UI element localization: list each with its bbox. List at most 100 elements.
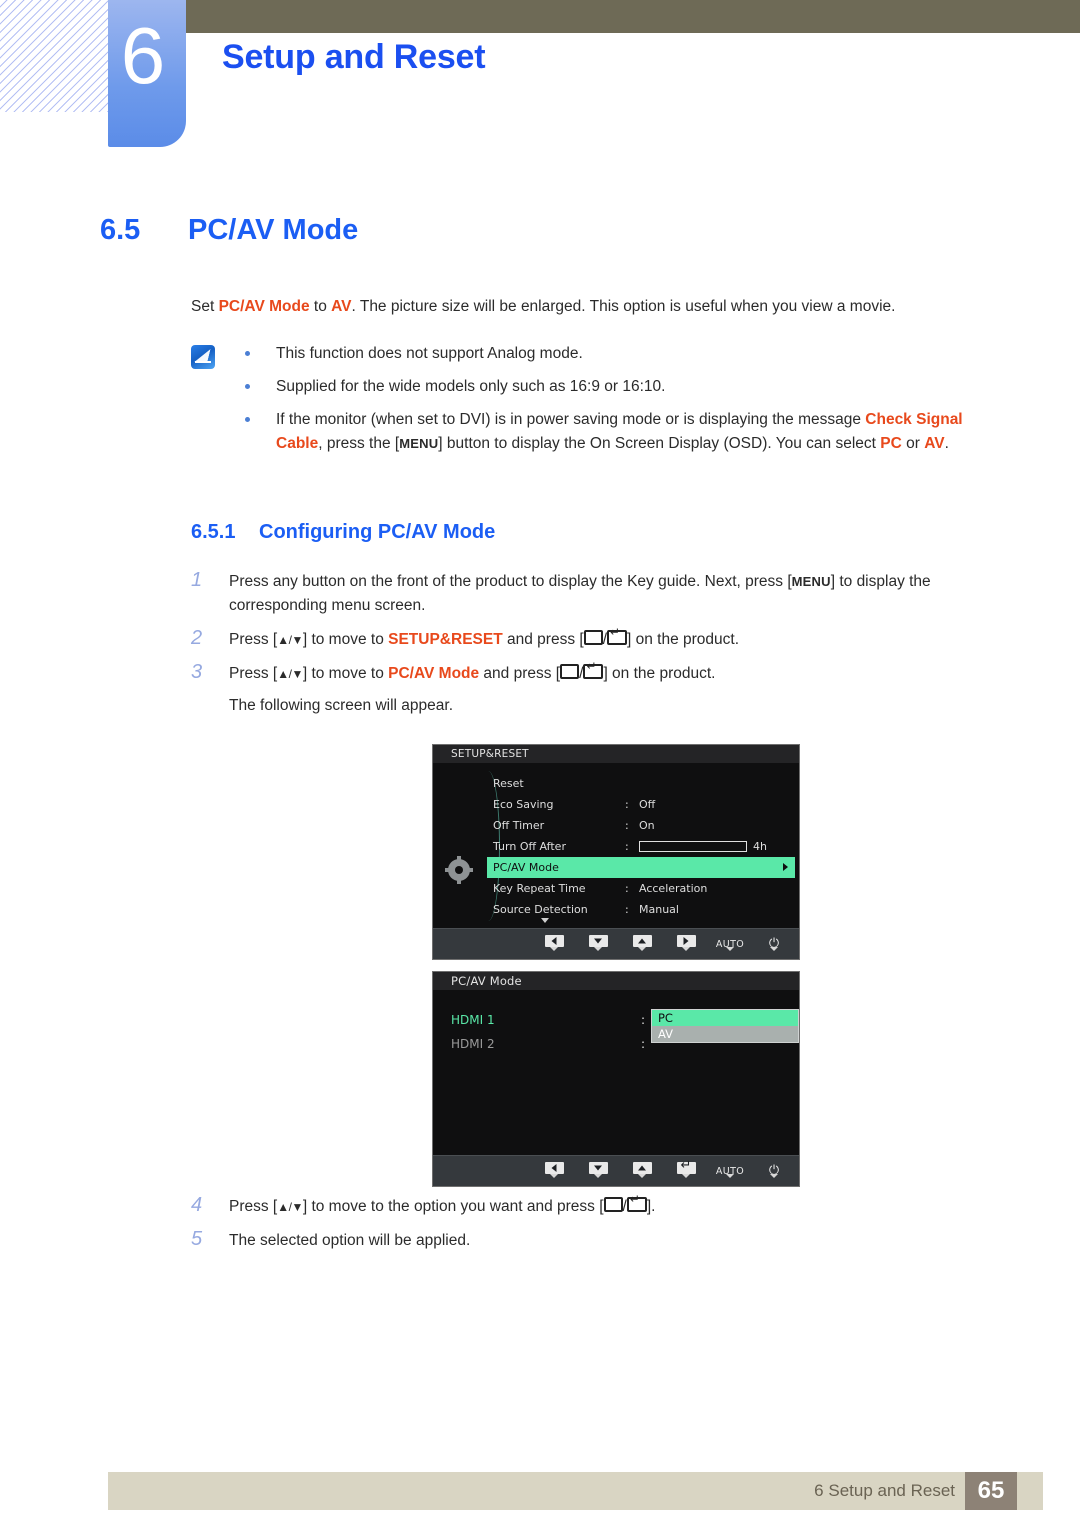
note3-f: or [901,435,925,452]
osd2-key-down[interactable] [583,1159,613,1178]
osd-screenshot-setup-reset: SETUP&RESET Reset Eco Saving : Off Off T… [432,744,800,960]
step1-a: Press any button on the front of the pro… [229,573,792,590]
osd1-key-right[interactable] [671,932,701,951]
osd1-row-label: Off Timer [493,819,545,832]
osd1-row-label: PC/AV Mode [493,861,559,874]
osd1-row-colon: : [625,840,629,853]
subsection-title: 6.5.1 Configuring PC/AV Mode [191,521,495,544]
osd1-title: SETUP&RESET [433,745,799,763]
osd1-row-off-timer[interactable]: Off Timer : On [489,815,789,836]
page-header: 6 Setup and Reset [0,0,1080,150]
osd1-row-colon: : [625,819,629,832]
osd1-body: Reset Eco Saving : Off Off Timer : On Tu… [433,763,799,929]
osd1-key-down[interactable] [583,932,613,951]
intro-e: . The picture size will be enlarged. Thi… [351,298,896,315]
enter-button-icon [583,660,604,679]
osd2-row-hdmi2[interactable]: HDMI 2 : [451,1032,791,1056]
osd2-key-auto[interactable]: AUTO [715,1159,745,1178]
step-3: 3 Press [▲/▼] to move to PC/AV Mode and … [191,660,1011,718]
notes-list: This function does not support Analog mo… [240,342,1012,465]
step-number: 1 [191,569,203,591]
menu-key-label: MENU [791,574,831,589]
updown-arrows-icon: ▲/▼ [277,1200,303,1214]
intro-a: Set [191,298,219,315]
chevron-right-icon [783,863,788,871]
footer-chapter-label: 6 Setup and Reset [814,1481,955,1500]
osd2-row-label: HDMI 1 [451,1013,495,1027]
osd2-key-power[interactable]: ⏻ [759,1159,789,1178]
left-arrow-icon [544,1162,564,1174]
osd1-row-turn-off-after[interactable]: Turn Off After : 4h [489,836,789,857]
section-heading-text: PC/AV Mode [188,214,359,246]
step3-sub: The following screen will appear. [229,697,454,714]
step-2: 2 Press [▲/▼] to move to SETUP&RESET and… [191,626,1011,652]
osd1-key-power[interactable]: ⏻ [759,932,789,951]
decorative-hatch-pattern [0,0,108,112]
chapter-title: Setup and Reset [222,38,486,76]
key-tick-icon [770,1174,778,1178]
osd1-row-eco-saving[interactable]: Eco Saving : Off [489,794,789,815]
step-1: 1 Press any button on the front of the p… [191,569,1011,618]
enter-icon [676,1158,696,1174]
osd1-row-reset[interactable]: Reset [489,773,789,794]
note3-h: . [944,435,949,452]
key-tick-icon [726,947,734,951]
osd2-row-colon: : [641,1037,646,1051]
osd2-key-up[interactable] [627,1159,657,1178]
step3-a: Press [ [229,665,278,682]
osd1-row-colon: : [625,798,629,811]
key-tick-icon [550,1174,558,1178]
left-arrow-icon [544,935,564,947]
osd2-key-guide-bar: AUTO ⏻ [433,1155,799,1186]
header-brown-bar [186,0,1080,33]
step5-a: The selected option will be applied. [229,1232,471,1249]
osd1-key-auto[interactable]: AUTO [715,932,745,951]
subsection-number: 6.5.1 [191,521,236,543]
intro-paragraph: Set PC/AV Mode to AV. The picture size w… [191,296,1011,318]
osd2-key-enter[interactable] [671,1158,701,1178]
steps-list-continued: 4 Press [▲/▼] to move to the option you … [191,1193,1011,1263]
note3-pc: PC [880,435,902,452]
osd1-row-pcav-mode[interactable]: PC/AV Mode [487,857,795,878]
osd1-row-value: 4h [753,840,767,853]
osd1-key-left[interactable] [539,932,569,951]
osd2-title: PC/AV Mode [433,972,799,990]
step2-e: ] on the product. [627,631,740,648]
menu-key-label: MENU [399,436,439,451]
intro-c: to [309,298,332,315]
list-item: Supplied for the wide models only such a… [240,375,1012,399]
subsection-heading-text: Configuring PC/AV Mode [259,521,496,543]
key-tick-icon [638,947,646,951]
note3-a: If the monitor (when set to DVI) is in p… [276,411,866,428]
note3-av: AV [924,435,945,452]
step3-c: and press [ [479,665,561,682]
key-tick-icon [682,1174,690,1178]
step-4: 4 Press [▲/▼] to move to the option you … [191,1193,1011,1219]
step3-pcav-mode: PC/AV Mode [388,665,480,682]
osd1-row-label: Key Repeat Time [493,882,586,895]
note3-d: ] button to display the On Screen Displa… [438,435,881,452]
step2-b: ] to move to [302,631,389,648]
step4-b: ] to move to the option you want and pre… [302,1198,604,1215]
osd1-row-source-detection[interactable]: Source Detection : Manual [489,899,789,920]
note-text-2: Supplied for the wide models only such a… [276,378,666,395]
note-text-1: This function does not support Analog mo… [276,345,583,362]
osd2-row-hdmi1[interactable]: HDMI 1 : PC AV [451,1008,799,1043]
osd1-key-up[interactable] [627,932,657,951]
step-number: 5 [191,1228,203,1250]
osd-screenshot-pcav-mode: PC/AV Mode HDMI 1 : PC AV HDMI 2 : ↵ AUT… [432,971,800,1187]
updown-arrows-icon: ▲/▼ [277,667,303,681]
osd2-key-left[interactable] [539,1159,569,1178]
key-tick-icon [550,947,558,951]
step-number: 3 [191,661,203,683]
section-title: 6.5 PC/AV Mode [100,214,358,247]
osd1-row-key-repeat-time[interactable]: Key Repeat Time : Acceleration [489,878,789,899]
source-button-icon [603,1197,623,1212]
down-arrow-icon [588,1162,608,1174]
dropdown-option-pc[interactable]: PC [652,1010,798,1026]
turn-off-after-slider[interactable] [639,841,747,852]
steps-list: 1 Press any button on the front of the p… [191,569,1011,728]
scroll-down-indicator-icon[interactable] [541,918,549,923]
updown-arrows-icon: ▲/▼ [277,633,303,647]
page-number: 65 [965,1472,1017,1510]
